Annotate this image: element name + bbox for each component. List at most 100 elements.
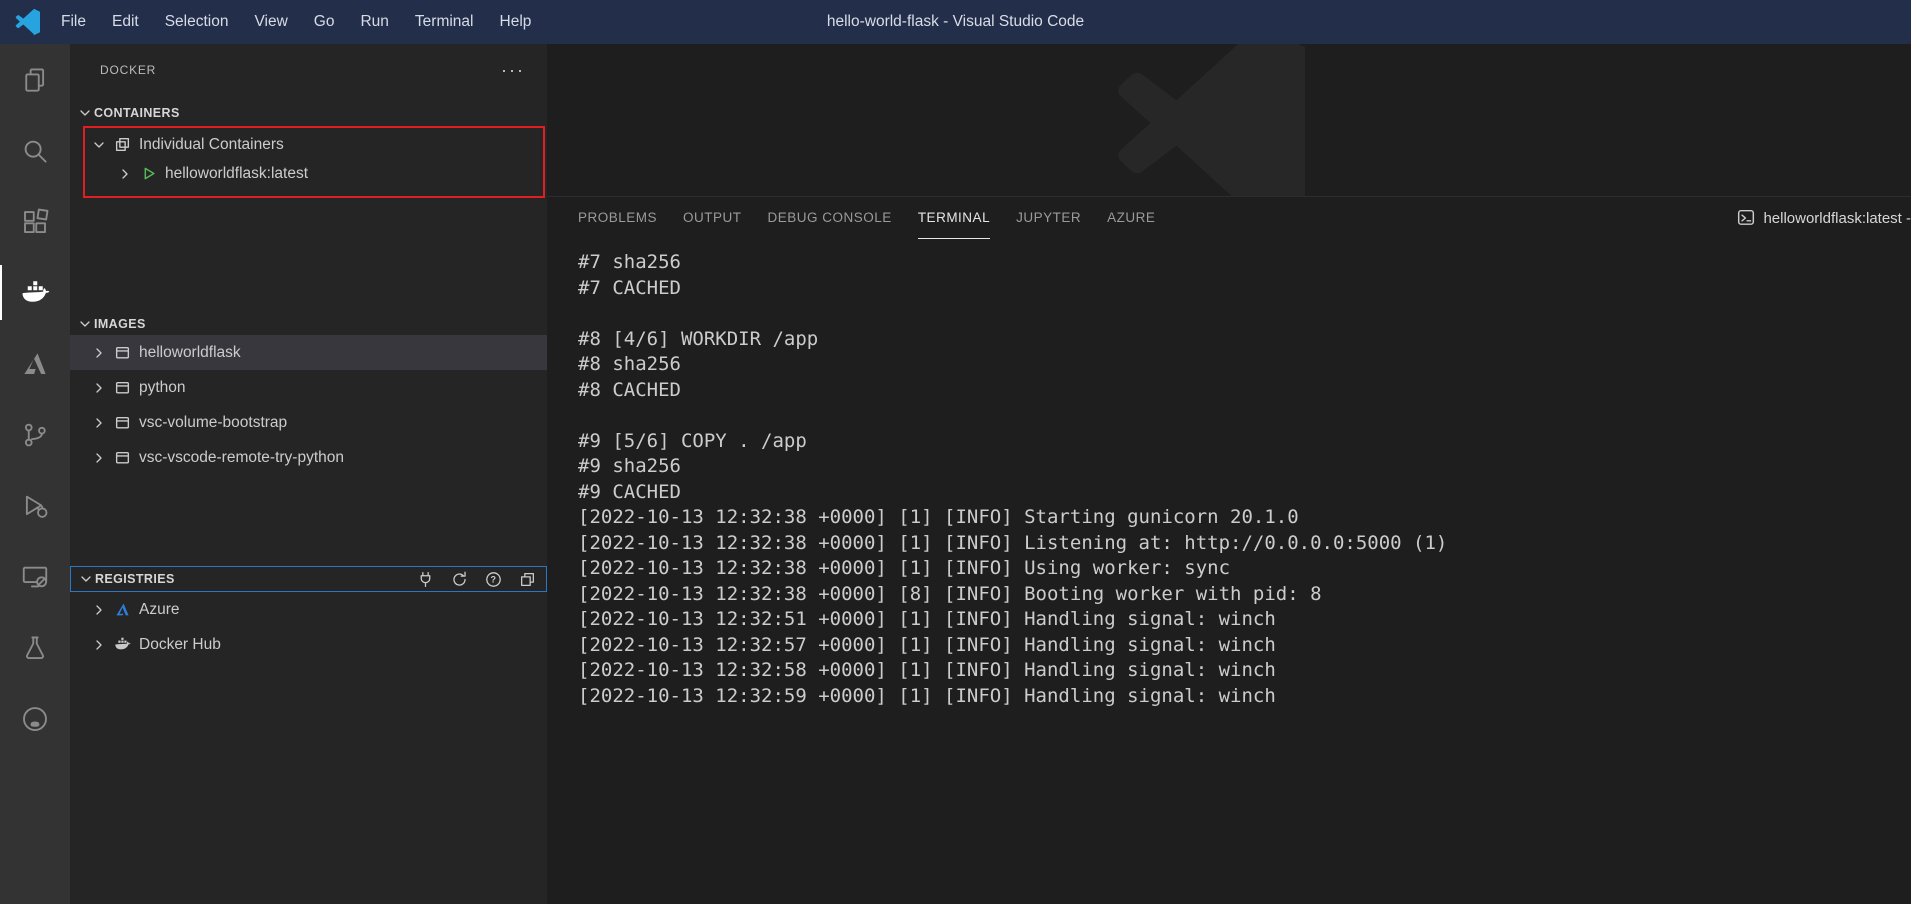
images-tree: helloworldflask python vsc-volume-bootst… bbox=[70, 335, 547, 475]
tree-item-label: vsc-volume-bootstrap bbox=[139, 414, 287, 432]
menu-file[interactable]: File bbox=[48, 0, 99, 44]
activity-testing[interactable] bbox=[0, 612, 70, 683]
editor-area bbox=[547, 44, 1911, 196]
docker-image-icon bbox=[114, 344, 131, 361]
tree-item-label: helloworldflask:latest bbox=[165, 165, 308, 183]
menu-help[interactable]: Help bbox=[487, 0, 545, 44]
section-containers[interactable]: CONTAINERS bbox=[70, 102, 547, 124]
extensions-icon bbox=[20, 207, 50, 237]
registries-tree: Azure Docker Hub bbox=[70, 592, 547, 662]
activity-bar bbox=[0, 44, 70, 904]
tree-item-label: helloworldflask bbox=[139, 344, 241, 362]
menu-run[interactable]: Run bbox=[347, 0, 401, 44]
tab-debug-console[interactable]: DEBUG CONSOLE bbox=[768, 197, 892, 239]
github-icon bbox=[20, 704, 50, 734]
tree-item-label: python bbox=[139, 379, 186, 397]
docker-sidebar: DOCKER ··· CONTAINERS bbox=[70, 44, 547, 904]
panel-tab-bar: PROBLEMS OUTPUT DEBUG CONSOLE TERMINAL J… bbox=[547, 197, 1911, 239]
docker-hub-whale-icon bbox=[114, 636, 131, 653]
svg-text:?: ? bbox=[491, 574, 497, 584]
explorer-icon bbox=[20, 65, 50, 95]
main-area: PROBLEMS OUTPUT DEBUG CONSOLE TERMINAL J… bbox=[547, 44, 1911, 904]
section-containers-label: CONTAINERS bbox=[94, 106, 180, 120]
remote-explorer-icon bbox=[20, 562, 50, 592]
tab-output[interactable]: OUTPUT bbox=[683, 197, 742, 239]
search-icon bbox=[20, 136, 50, 166]
activity-explorer[interactable] bbox=[0, 44, 70, 115]
chevron-down-icon[interactable] bbox=[90, 137, 108, 153]
activity-docker[interactable] bbox=[0, 257, 70, 328]
menu-selection[interactable]: Selection bbox=[152, 0, 242, 44]
chevron-right-icon[interactable] bbox=[90, 415, 108, 431]
menu-terminal[interactable]: Terminal bbox=[402, 0, 487, 44]
tree-item-helloworldflask-container[interactable]: helloworldflask:latest bbox=[70, 159, 547, 188]
windows-copy-icon[interactable] bbox=[519, 571, 536, 588]
chevron-down-icon bbox=[77, 571, 95, 587]
vscode-logo-icon bbox=[14, 9, 40, 35]
containers-group-icon bbox=[114, 136, 131, 153]
tree-item-label: Azure bbox=[139, 601, 180, 619]
tree-item-label: Docker Hub bbox=[139, 636, 221, 654]
chevron-down-icon bbox=[76, 105, 94, 121]
tree-item-label: Individual Containers bbox=[139, 136, 284, 154]
docker-image-icon bbox=[114, 414, 131, 431]
chevron-right-icon[interactable] bbox=[90, 637, 108, 653]
docker-icon bbox=[20, 278, 50, 308]
chevron-down-icon bbox=[76, 316, 94, 332]
tab-terminal[interactable]: TERMINAL bbox=[918, 197, 990, 239]
sidebar-header: DOCKER ··· bbox=[70, 44, 547, 96]
tree-item-image-python[interactable]: python bbox=[70, 370, 547, 405]
vscode-window: File Edit Selection View Go Run Terminal… bbox=[0, 0, 1911, 904]
azure-registry-icon bbox=[114, 601, 131, 618]
terminal-output[interactable]: #7 sha256 #7 CACHED #8 [4/6] WORKDIR /ap… bbox=[547, 239, 1911, 904]
registries-toolbar: ? bbox=[417, 571, 536, 588]
chevron-right-icon[interactable] bbox=[90, 602, 108, 618]
tree-item-image-vsc-volume-bootstrap[interactable]: vsc-volume-bootstrap bbox=[70, 405, 547, 440]
tree-item-registry-docker-hub[interactable]: Docker Hub bbox=[70, 627, 547, 662]
menu-go[interactable]: Go bbox=[301, 0, 348, 44]
activity-run-debug[interactable] bbox=[0, 470, 70, 541]
chevron-right-icon[interactable] bbox=[90, 380, 108, 396]
activity-remote-explorer[interactable] bbox=[0, 541, 70, 612]
activity-azure[interactable] bbox=[0, 328, 70, 399]
containers-tree: Individual Containers helloworldflask:la… bbox=[70, 130, 547, 188]
vscode-watermark-icon bbox=[1105, 44, 1305, 196]
azure-icon bbox=[20, 349, 50, 379]
terminal-text: #7 sha256 #7 CACHED #8 [4/6] WORKDIR /ap… bbox=[578, 250, 1911, 709]
menu-view[interactable]: View bbox=[241, 0, 300, 44]
section-registries[interactable]: REGISTRIES ? bbox=[70, 566, 547, 592]
activity-github[interactable] bbox=[0, 683, 70, 754]
activity-extensions[interactable] bbox=[0, 186, 70, 257]
activity-source-control[interactable] bbox=[0, 399, 70, 470]
chevron-right-icon[interactable] bbox=[90, 345, 108, 361]
chevron-right-icon[interactable] bbox=[116, 166, 134, 182]
title-bar: File Edit Selection View Go Run Terminal… bbox=[0, 0, 1911, 44]
tab-azure[interactable]: AZURE bbox=[1107, 197, 1155, 239]
terminal-icon bbox=[1737, 209, 1755, 227]
more-actions-icon[interactable]: ··· bbox=[501, 65, 525, 75]
panel: PROBLEMS OUTPUT DEBUG CONSOLE TERMINAL J… bbox=[547, 196, 1911, 904]
source-control-icon bbox=[20, 420, 50, 450]
activity-search[interactable] bbox=[0, 115, 70, 186]
tree-item-image-helloworldflask[interactable]: helloworldflask bbox=[70, 335, 547, 370]
run-debug-icon bbox=[20, 491, 50, 521]
tree-item-individual-containers[interactable]: Individual Containers bbox=[70, 130, 547, 159]
tab-jupyter[interactable]: JUPYTER bbox=[1016, 197, 1081, 239]
beaker-icon bbox=[20, 633, 50, 663]
terminal-picker[interactable]: helloworldflask:latest - bbox=[1737, 197, 1911, 239]
docker-image-icon bbox=[114, 449, 131, 466]
tree-item-image-vsc-vscode-remote-try-python[interactable]: vsc-vscode-remote-try-python bbox=[70, 440, 547, 475]
tree-item-registry-azure[interactable]: Azure bbox=[70, 592, 547, 627]
chevron-right-icon[interactable] bbox=[90, 450, 108, 466]
help-icon[interactable]: ? bbox=[485, 571, 502, 588]
section-registries-label: REGISTRIES bbox=[95, 572, 175, 586]
docker-image-icon bbox=[114, 379, 131, 396]
section-images-label: IMAGES bbox=[94, 317, 146, 331]
tree-item-label: vsc-vscode-remote-try-python bbox=[139, 449, 344, 467]
container-running-icon bbox=[140, 165, 157, 182]
tab-problems[interactable]: PROBLEMS bbox=[578, 197, 657, 239]
menu-edit[interactable]: Edit bbox=[99, 0, 152, 44]
connect-registry-plug-icon[interactable] bbox=[417, 571, 434, 588]
refresh-icon[interactable] bbox=[451, 571, 468, 588]
section-images[interactable]: IMAGES bbox=[70, 313, 547, 335]
